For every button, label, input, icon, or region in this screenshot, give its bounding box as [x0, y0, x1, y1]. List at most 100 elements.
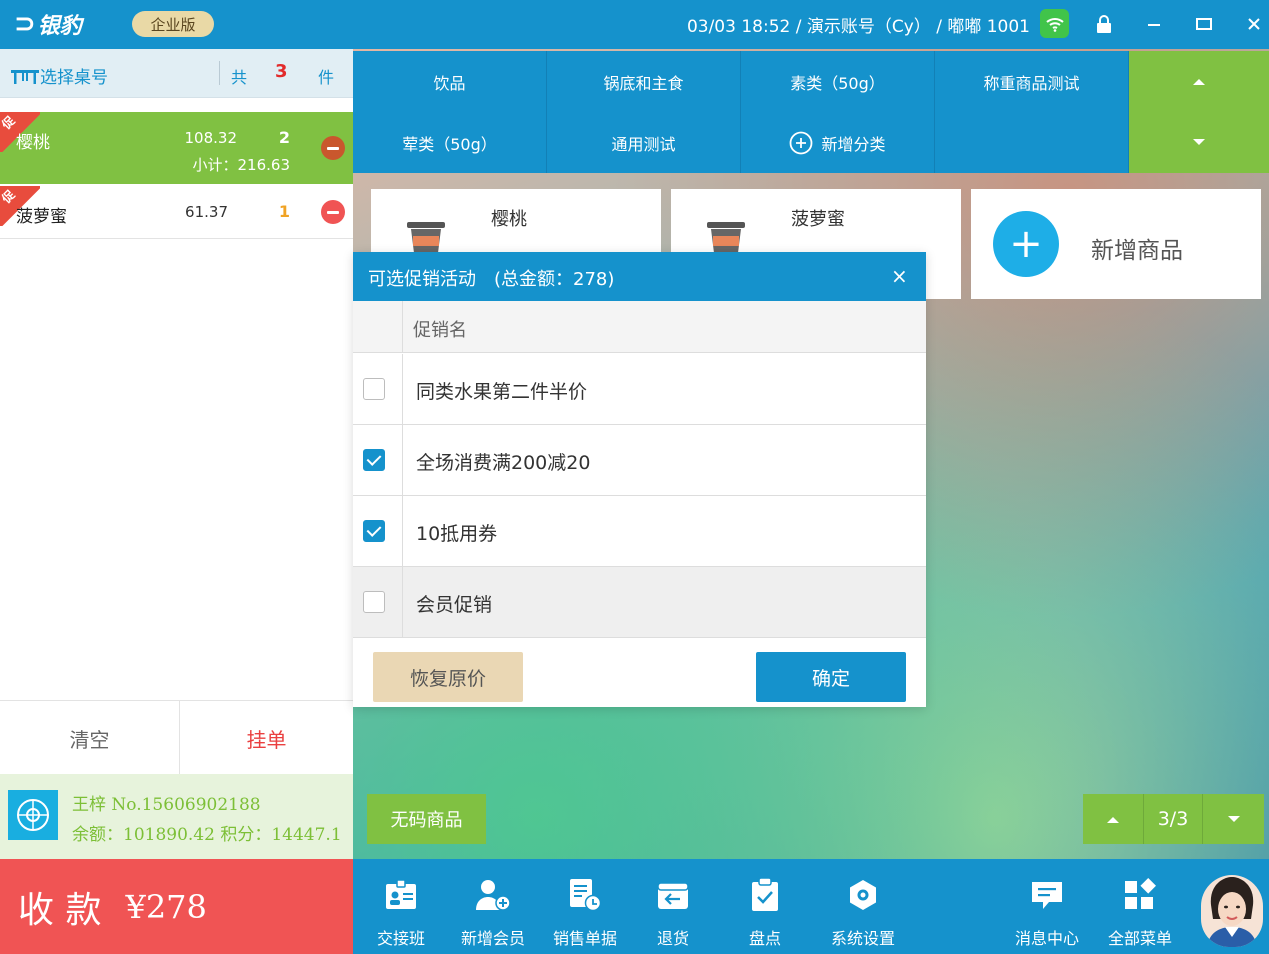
- promotion-dialog: 可选促销活动 (总金额：278) × 促销名 同类水果第二件半价 全场消费满20…: [353, 252, 926, 707]
- add-circle-icon: [790, 131, 813, 154]
- table-header: 促销名: [353, 301, 926, 353]
- category-tab[interactable]: 称重商品测试: [935, 51, 1129, 112]
- settings-icon: [843, 875, 883, 915]
- product-name: 菠萝蜜: [791, 209, 845, 230]
- item-price: 61.37: [185, 203, 228, 221]
- close-button[interactable]: [1240, 10, 1268, 38]
- category-tab-empty: [935, 112, 1129, 173]
- divider: [402, 354, 403, 425]
- dialog-title: 可选促销活动 (总金额：278): [368, 269, 615, 290]
- category-tab[interactable]: 荤类（50g）: [353, 112, 547, 173]
- toolbar-label: 新增会员: [460, 929, 525, 948]
- category-scroll-down-button[interactable]: [1129, 112, 1269, 173]
- divider: [402, 301, 403, 353]
- toolbar-shift-button[interactable]: 交接班: [355, 859, 447, 954]
- member-balance: 余额：101890.42 积分：14447.1: [72, 825, 342, 845]
- add-category-button[interactable]: 新增分类: [741, 112, 935, 173]
- maximize-button[interactable]: [1190, 10, 1218, 38]
- item-qty: 2: [278, 128, 290, 147]
- table-row[interactable]: 会员促销: [353, 567, 926, 638]
- table-row[interactable]: 同类水果第二件半价: [353, 354, 926, 425]
- promo-checkbox[interactable]: [363, 591, 385, 613]
- order-item[interactable]: 促 樱桃 108.32 2 小计：216.63: [0, 112, 353, 184]
- category-tab[interactable]: 通用测试: [547, 112, 741, 173]
- return-icon: [653, 875, 693, 915]
- drink-cup-icon: [407, 222, 445, 253]
- item-qty: 1: [278, 202, 290, 221]
- product-name: 樱桃: [491, 209, 527, 230]
- sales-doc-icon: [565, 875, 605, 915]
- add-category-label: 新增分类: [821, 134, 886, 154]
- column-header-promo-name: 促销名: [413, 320, 467, 341]
- promo-checkbox[interactable]: [363, 378, 385, 400]
- item-name: 菠萝蜜: [16, 207, 67, 227]
- item-subtotal: 小计：216.63: [192, 156, 291, 174]
- category-tab[interactable]: 锅底和主食: [547, 51, 741, 112]
- category-grid: 饮品 锅底和主食 素类（50g） 称重商品测试 荤类（50g） 通用测试 新增分…: [353, 49, 1269, 173]
- order-item[interactable]: 促 菠萝蜜 61.37 1: [0, 186, 353, 239]
- select-table-button[interactable]: 选择桌号: [10, 63, 108, 88]
- hold-order-button[interactable]: 挂单: [180, 701, 353, 775]
- edition-badge: 企业版: [132, 11, 214, 37]
- toolbar-all-menu-button[interactable]: 全部菜单: [1094, 859, 1186, 954]
- toolbar-settings-button[interactable]: 系统设置: [817, 859, 909, 954]
- total-prefix: 共: [231, 68, 248, 87]
- toolbar-message-button[interactable]: 消息中心: [1001, 859, 1093, 954]
- logo-mark-icon: ⊃: [14, 9, 36, 39]
- item-price: 108.32: [184, 129, 238, 147]
- promo-name: 会员促销: [416, 594, 493, 616]
- member-name: 王梓 No.15606902188: [72, 795, 261, 815]
- table-row[interactable]: 10抵用券: [353, 496, 926, 567]
- divider: [402, 496, 403, 567]
- message-icon: [1027, 875, 1067, 915]
- order-list-empty-area: [0, 240, 353, 700]
- page-up-button[interactable]: [1083, 794, 1143, 844]
- confirm-button[interactable]: 确定: [756, 652, 906, 702]
- promo-name: 10抵用券: [416, 523, 498, 545]
- no-code-product-button[interactable]: 无码商品: [367, 794, 486, 844]
- toolbar-label: 销售单据: [552, 929, 617, 948]
- restore-price-button[interactable]: 恢复原价: [373, 652, 523, 702]
- item-name: 樱桃: [16, 133, 50, 153]
- top-bar: ⊃ 银豹 企业版 03/03 18:52 / 演示账号（Cy） / 嘟嘟 100…: [0, 0, 1269, 49]
- member-info[interactable]: 王梓 No.15606902188 余额：101890.42 积分：14447.…: [0, 774, 353, 859]
- category-scroll-up-button[interactable]: [1129, 51, 1269, 112]
- close-icon[interactable]: ×: [891, 264, 908, 288]
- toolbar-inventory-button[interactable]: 盘点: [719, 859, 811, 954]
- member-card-icon: [8, 790, 58, 840]
- remove-item-icon[interactable]: [321, 136, 345, 160]
- add-product-button[interactable]: + 新增商品: [971, 189, 1261, 299]
- clear-button[interactable]: 清空: [0, 701, 179, 775]
- toolbar-return-button[interactable]: 退货: [627, 859, 719, 954]
- table-icon: [11, 69, 39, 84]
- promo-checkbox[interactable]: [363, 449, 385, 471]
- bottom-toolbar: 交接班 新增会员 销售单据 退货 盘点 系统设置 消息中心 全部菜单: [353, 859, 1269, 954]
- total-count: 3: [275, 61, 288, 82]
- page-down-button[interactable]: [1203, 794, 1264, 844]
- divider: [219, 61, 220, 85]
- category-tab[interactable]: 素类（50g）: [741, 51, 935, 112]
- drink-cup-icon: [707, 222, 745, 253]
- order-header: 选择桌号 共 3 件: [0, 49, 353, 98]
- toolbar-add-member-button[interactable]: 新增会员: [447, 859, 539, 954]
- customer-service-avatar[interactable]: [1201, 875, 1263, 947]
- minimize-button[interactable]: [1140, 10, 1168, 38]
- select-table-label: 选择桌号: [40, 68, 108, 88]
- wifi-icon[interactable]: [1040, 9, 1069, 38]
- add-member-icon: [473, 875, 513, 915]
- promo-checkbox[interactable]: [363, 520, 385, 542]
- category-tab[interactable]: 饮品: [353, 51, 547, 112]
- checkout-button[interactable]: 收 款 ¥278: [0, 859, 353, 954]
- toolbar-sales-doc-button[interactable]: 销售单据: [539, 859, 631, 954]
- toolbar-label: 退货: [656, 929, 689, 948]
- remove-item-icon[interactable]: [321, 200, 345, 224]
- promo-name: 同类水果第二件半价: [416, 381, 588, 403]
- all-menu-icon: [1120, 875, 1160, 915]
- toolbar-label: 盘点: [748, 929, 781, 948]
- lock-icon[interactable]: [1090, 10, 1118, 38]
- status-info: 03/03 18:52 / 演示账号（Cy） / 嘟嘟 1001: [686, 17, 1030, 37]
- app-logo: ⊃ 银豹: [14, 8, 82, 40]
- shift-icon: [381, 875, 421, 915]
- table-row[interactable]: 全场消费满200减20: [353, 425, 926, 496]
- divider: [402, 425, 403, 496]
